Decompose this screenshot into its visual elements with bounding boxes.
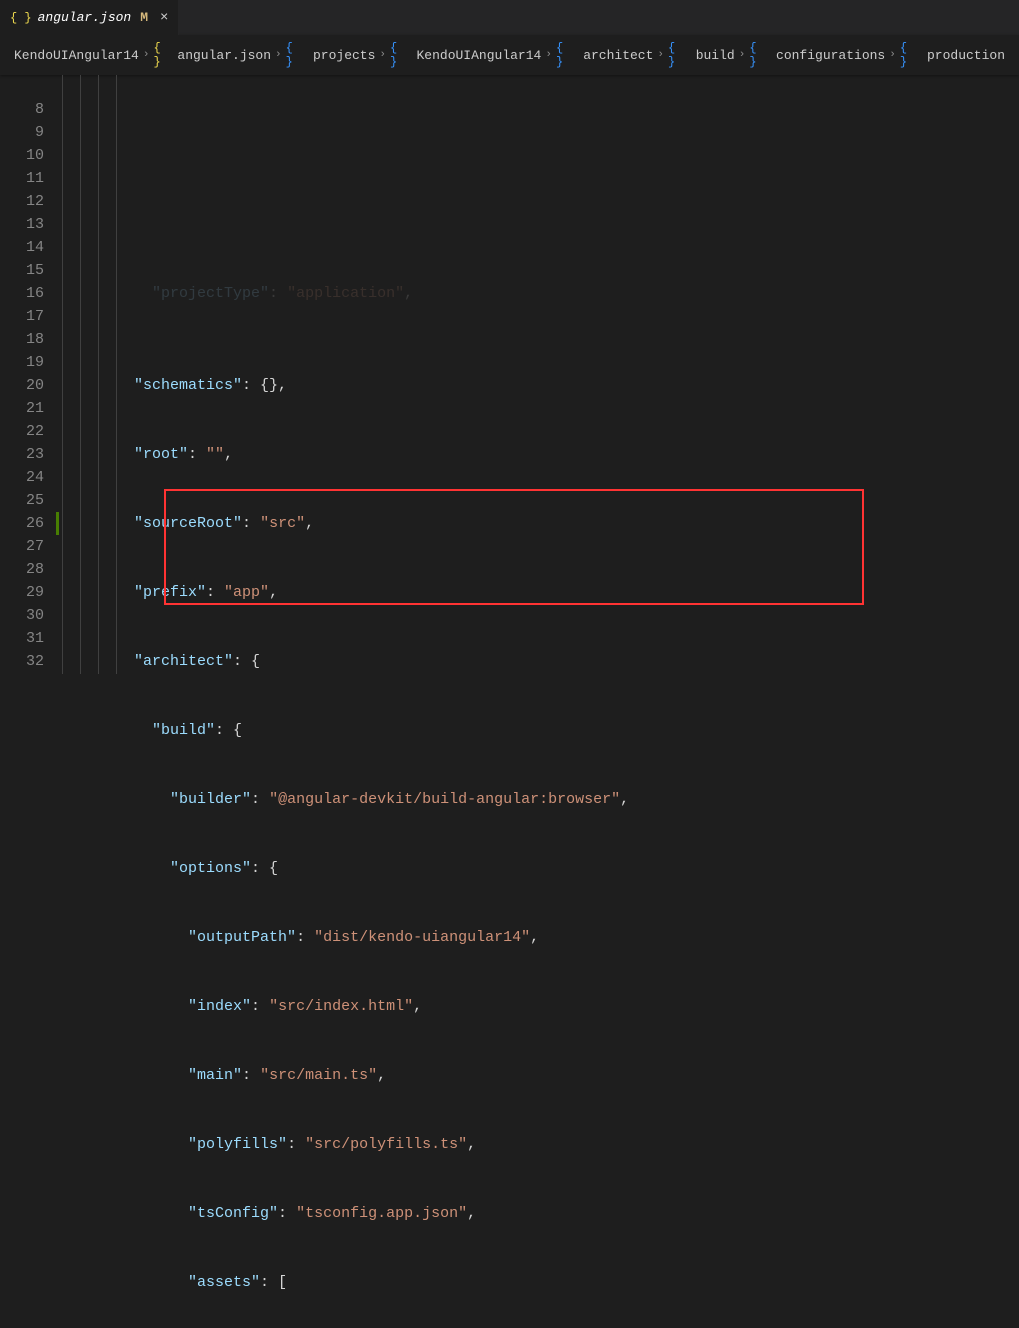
code-line: "prefix": "app", [62, 581, 1019, 604]
chevron-right-icon: › [143, 49, 150, 61]
line-number: 8 [0, 98, 44, 121]
code-line: "polyfills": "src/polyfills.ts", [62, 1133, 1019, 1156]
json-icon: { } [153, 41, 173, 69]
code-line: "root": "", [62, 443, 1019, 466]
code-line: "projectType": "application", [62, 282, 1019, 305]
breadcrumb-item[interactable]: { }architect [556, 41, 653, 69]
line-number: 23 [0, 443, 44, 466]
object-icon: { } [556, 41, 576, 69]
object-icon: { } [749, 41, 769, 69]
line-number: 15 [0, 259, 44, 282]
line-number: 14 [0, 236, 44, 259]
chevron-right-icon: › [379, 49, 386, 61]
line-number: 16 [0, 282, 44, 305]
line-number: 26 [0, 512, 44, 535]
close-tab-icon[interactable]: × [160, 11, 168, 25]
git-change-indicator [56, 512, 59, 535]
line-number: 24 [0, 466, 44, 489]
line-number: 17 [0, 305, 44, 328]
code-line: "builder": "@angular-devkit/build-angula… [62, 788, 1019, 811]
line-number: 13 [0, 213, 44, 236]
breadcrumb-item[interactable]: { }projects [286, 41, 376, 69]
chevron-right-icon: › [889, 49, 896, 61]
line-number: 12 [0, 190, 44, 213]
line-number: 32 [0, 650, 44, 673]
code-content[interactable]: "projectType": "application", "schematic… [62, 75, 1019, 674]
tab-bar: { } angular.json M × [0, 0, 1019, 35]
code-line: "assets": [ [62, 1271, 1019, 1294]
object-icon: { } [390, 41, 409, 69]
line-number: 19 [0, 351, 44, 374]
object-icon: { } [668, 41, 689, 69]
line-number: 31 [0, 627, 44, 650]
line-number: 29 [0, 581, 44, 604]
breadcrumb-item[interactable]: { }build [668, 41, 735, 69]
code-line: "schematics": {}, [62, 374, 1019, 397]
line-number [0, 75, 44, 98]
object-icon: { } [900, 41, 920, 69]
breadcrumb-item[interactable]: { }angular.json [153, 41, 271, 69]
line-number: 30 [0, 604, 44, 627]
line-number: 18 [0, 328, 44, 351]
object-icon: { } [286, 41, 306, 69]
breadcrumb-bar: KendoUIAngular14 › { }angular.json › { }… [0, 35, 1019, 75]
code-line: "options": { [62, 857, 1019, 880]
line-number: 11 [0, 167, 44, 190]
line-number: 27 [0, 535, 44, 558]
chevron-right-icon: › [739, 49, 746, 61]
vertical-scrollbar[interactable] [1005, 65, 1019, 664]
chevron-right-icon: › [545, 49, 552, 61]
json-file-icon: { } [10, 11, 32, 25]
tab-filename: angular.json [38, 10, 132, 25]
code-line: "outputPath": "dist/kendo-uiangular14", [62, 926, 1019, 949]
line-number: 25 [0, 489, 44, 512]
breadcrumb-item[interactable]: { }configurations [749, 41, 885, 69]
git-modified-badge: M [140, 10, 148, 25]
code-line: "sourceRoot": "src", [62, 512, 1019, 535]
code-line: "main": "src/main.ts", [62, 1064, 1019, 1087]
line-number: 21 [0, 397, 44, 420]
line-number: 28 [0, 558, 44, 581]
line-number: 22 [0, 420, 44, 443]
chevron-right-icon: › [657, 49, 664, 61]
line-number: 10 [0, 144, 44, 167]
chevron-right-icon: › [275, 49, 282, 61]
line-number: 20 [0, 374, 44, 397]
breadcrumb-item[interactable]: KendoUIAngular14 [14, 48, 139, 63]
line-number: 9 [0, 121, 44, 144]
code-line: "architect": { [62, 650, 1019, 673]
line-number-gutter: 8 9 10 11 12 13 14 15 16 17 18 19 20 21 … [0, 75, 62, 674]
editor-tab[interactable]: { } angular.json M × [0, 0, 179, 35]
code-line: "index": "src/index.html", [62, 995, 1019, 1018]
breadcrumb-item[interactable]: { }KendoUIAngular14 [390, 41, 541, 69]
code-editor[interactable]: 8 9 10 11 12 13 14 15 16 17 18 19 20 21 … [0, 75, 1019, 674]
code-line: "build": { [62, 719, 1019, 742]
breadcrumb-item[interactable]: { }production [900, 41, 1005, 69]
code-line: "tsConfig": "tsconfig.app.json", [62, 1202, 1019, 1225]
